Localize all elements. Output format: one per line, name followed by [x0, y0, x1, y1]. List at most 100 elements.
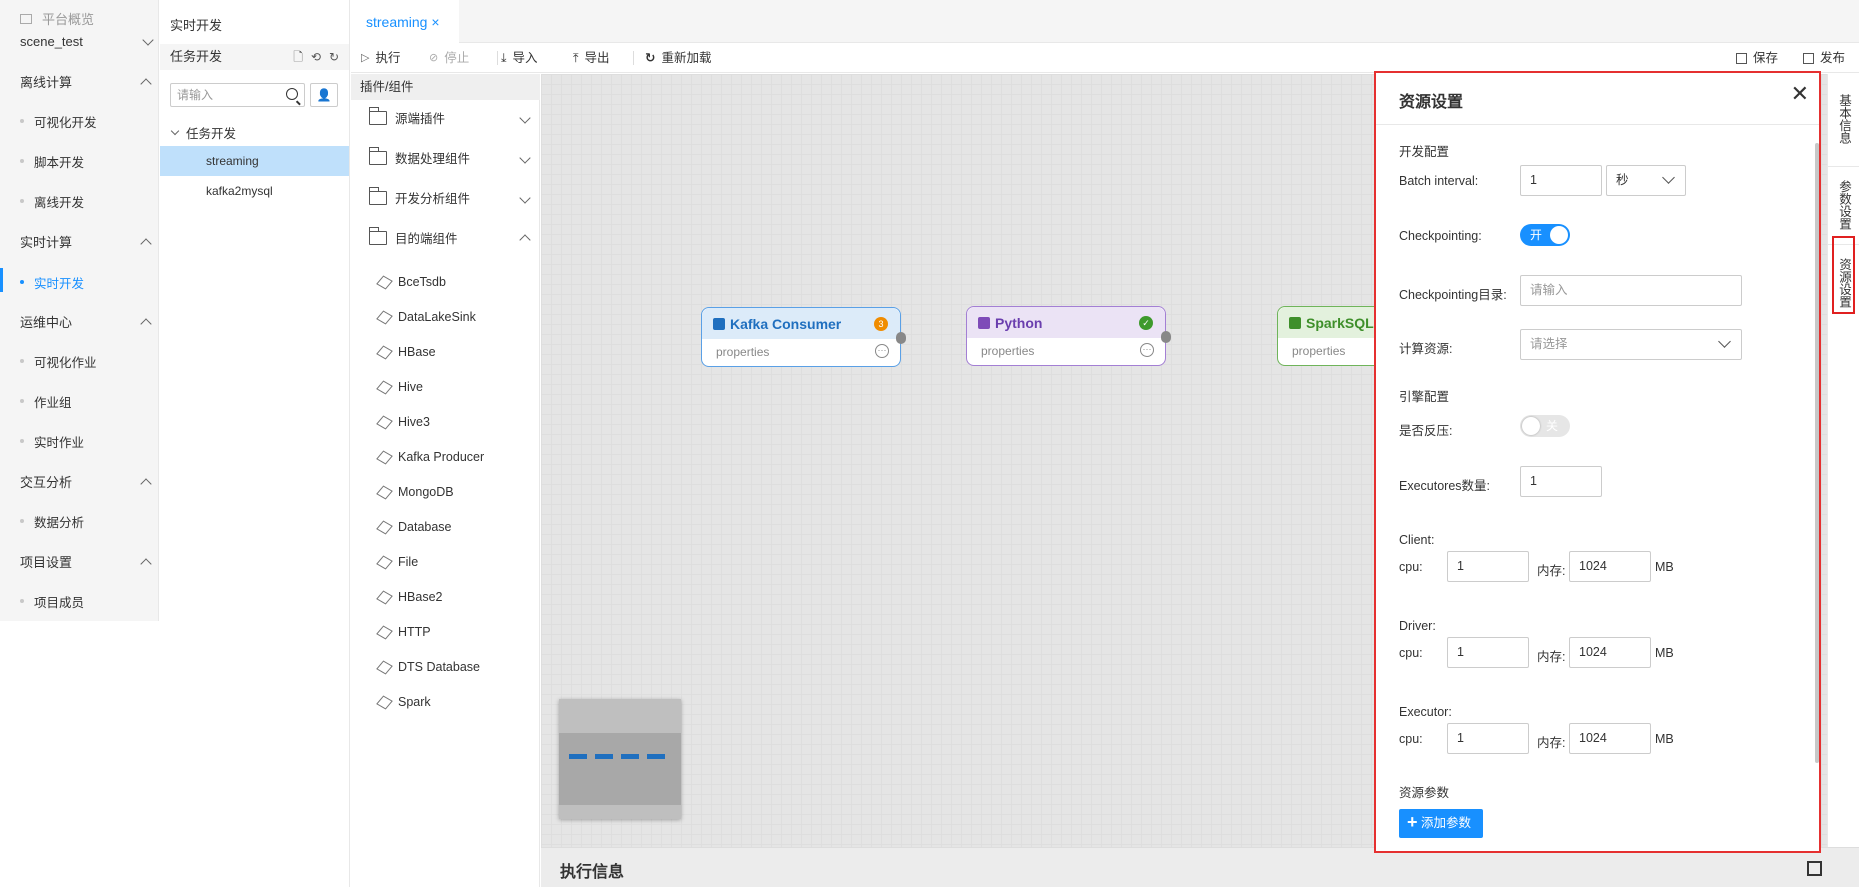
- client-cpu-label: cpu:: [1399, 560, 1423, 574]
- search-icon[interactable]: [286, 88, 298, 100]
- nav-section-realtime[interactable]: 实时计算: [20, 232, 152, 251]
- checkpoint-dir-input[interactable]: 请输入: [1520, 275, 1742, 306]
- scrollbar[interactable]: [1815, 143, 1819, 763]
- client-label: Client:: [1399, 533, 1435, 547]
- node-sparksql[interactable]: SparkSQL properties: [1277, 306, 1387, 366]
- checkpointing-toggle[interactable]: 开: [1520, 224, 1570, 246]
- folder-icon: [368, 146, 387, 165]
- nav-item-realtime-dev[interactable]: 实时开发: [19, 273, 84, 292]
- plugin-item[interactable]: HBase: [376, 344, 436, 360]
- nav-section-analysis[interactable]: 交互分析: [20, 472, 152, 491]
- executor-cpu-input[interactable]: 1: [1447, 723, 1529, 754]
- reload-button[interactable]: ↻ 重新加载: [645, 43, 712, 73]
- plugin-header: 插件/组件: [351, 74, 540, 100]
- plugin-item[interactable]: HTTP: [376, 624, 431, 640]
- cube-icon: [376, 589, 393, 605]
- client-cpu-input[interactable]: 1: [1447, 551, 1529, 582]
- plugin-item[interactable]: Hive3: [376, 414, 430, 430]
- driver-mem-input[interactable]: 1024: [1569, 637, 1651, 668]
- add-param-button[interactable]: 添加参数: [1399, 808, 1483, 838]
- stop-button[interactable]: ⊘ 停止: [429, 43, 469, 73]
- plugin-item[interactable]: DTS Database: [376, 659, 480, 675]
- import-button[interactable]: ⤓ 导入: [501, 43, 538, 73]
- more-icon[interactable]: ···: [1140, 343, 1154, 357]
- nav-item-data-analysis[interactable]: 数据分析: [19, 512, 84, 531]
- minimap[interactable]: [559, 699, 681, 819]
- node-python[interactable]: Python ✓ properties ···: [966, 306, 1171, 366]
- compute-resource-select[interactable]: 请选择: [1520, 329, 1742, 360]
- cube-icon: [376, 519, 393, 535]
- plugin-item[interactable]: Database: [376, 519, 452, 535]
- cube-icon: [376, 309, 393, 325]
- more-icon[interactable]: ···: [875, 344, 889, 358]
- plugin-group-processing[interactable]: 数据处理组件: [368, 146, 531, 167]
- output-port[interactable]: [1161, 331, 1171, 343]
- tree-folder[interactable]: 任务开发: [170, 123, 236, 142]
- user-icon: 👤: [316, 88, 332, 102]
- nav-item-visual-dev[interactable]: 可视化开发: [20, 112, 97, 131]
- client-mem-input[interactable]: 1024: [1569, 551, 1651, 582]
- project-selector[interactable]: scene_test: [20, 34, 154, 49]
- new-file-icon[interactable]: 🗋: [293, 44, 303, 70]
- executors-count-input[interactable]: 1: [1520, 466, 1602, 497]
- plugin-item[interactable]: HBase2: [376, 589, 442, 605]
- batch-unit-select[interactable]: 秒: [1606, 165, 1686, 196]
- chevron-down-icon: [519, 111, 531, 124]
- nav-item-project-members[interactable]: 项目成员: [19, 592, 84, 611]
- nav-section-project-settings[interactable]: 项目设置: [20, 552, 152, 571]
- tab-param-settings[interactable]: 参数设置: [1828, 166, 1859, 236]
- cube-icon: [1289, 317, 1301, 329]
- plugin-item[interactable]: DataLakeSink: [376, 309, 476, 325]
- output-port[interactable]: [896, 332, 906, 344]
- plugin-group-analysis[interactable]: 开发分析组件: [368, 186, 531, 207]
- tab-streaming[interactable]: streaming ×: [351, 0, 459, 43]
- maximize-icon[interactable]: [1807, 861, 1822, 876]
- close-tab-icon[interactable]: ×: [431, 14, 439, 30]
- plugin-item[interactable]: Spark: [376, 694, 431, 710]
- nav-item-realtime-jobs[interactable]: 实时作业: [19, 432, 84, 451]
- publish-button[interactable]: 发布: [1803, 43, 1845, 73]
- sync-icon[interactable]: ⟲: [311, 44, 321, 70]
- cube-icon: [978, 317, 990, 329]
- nav-section-ops[interactable]: 运维中心: [20, 312, 152, 331]
- plugin-item[interactable]: BceTsdb: [376, 274, 446, 290]
- nav-item-offline-dev[interactable]: 离线开发: [19, 192, 84, 211]
- tab-basic-info[interactable]: 基本信息: [1828, 84, 1859, 154]
- run-button[interactable]: ▷ 执行: [361, 43, 400, 73]
- plugin-group-sink[interactable]: 目的端组件: [368, 226, 531, 247]
- reload-icon: ↻: [645, 51, 656, 65]
- backpressure-label: 是否反压:: [1399, 424, 1453, 438]
- plugin-item[interactable]: MongoDB: [376, 484, 454, 500]
- execution-info-bar[interactable]: 执行信息: [541, 847, 1859, 887]
- driver-cpu-input[interactable]: 1: [1447, 637, 1529, 668]
- plugin-item[interactable]: Hive: [376, 379, 423, 395]
- minimap-node: [595, 754, 613, 759]
- save-icon: [1736, 52, 1747, 64]
- save-button[interactable]: 保存: [1736, 43, 1778, 73]
- task-item-kafka2mysql[interactable]: kafka2mysql: [160, 176, 349, 206]
- plugin-item[interactable]: File: [376, 554, 418, 570]
- export-button[interactable]: ⤒ 导出: [573, 43, 610, 73]
- driver-cpu-label: cpu:: [1399, 646, 1423, 660]
- plugin-item[interactable]: Kafka Producer: [376, 449, 484, 465]
- minimap-viewport[interactable]: [559, 733, 681, 805]
- nav-item-visual-jobs[interactable]: 可视化作业: [20, 352, 97, 371]
- refresh-icon[interactable]: ↻: [329, 44, 339, 70]
- toggle-knob: [1550, 226, 1568, 244]
- backpressure-toggle[interactable]: 关: [1520, 415, 1570, 437]
- task-search-input[interactable]: 请输入: [170, 83, 305, 107]
- platform-overview[interactable]: 平台概览: [20, 9, 94, 28]
- chevron-up-icon: [140, 557, 152, 570]
- batch-interval-input[interactable]: 1: [1520, 165, 1602, 196]
- nav-item-job-groups[interactable]: 作业组: [20, 392, 72, 411]
- check-icon: ✓: [1139, 316, 1153, 330]
- nav-item-script-dev[interactable]: 脚本开发: [19, 152, 84, 171]
- close-icon[interactable]: ✕: [1791, 83, 1809, 105]
- node-kafka-consumer[interactable]: Kafka Consumer 3 properties ···: [701, 307, 906, 367]
- executor-mem-input[interactable]: 1024: [1569, 723, 1651, 754]
- task-item-streaming[interactable]: streaming: [160, 146, 349, 176]
- user-filter-button[interactable]: 👤: [310, 83, 338, 107]
- nav-section-offline[interactable]: 离线计算: [20, 72, 152, 91]
- cube-icon: [376, 379, 393, 395]
- plugin-group-source[interactable]: 源端插件: [368, 106, 531, 127]
